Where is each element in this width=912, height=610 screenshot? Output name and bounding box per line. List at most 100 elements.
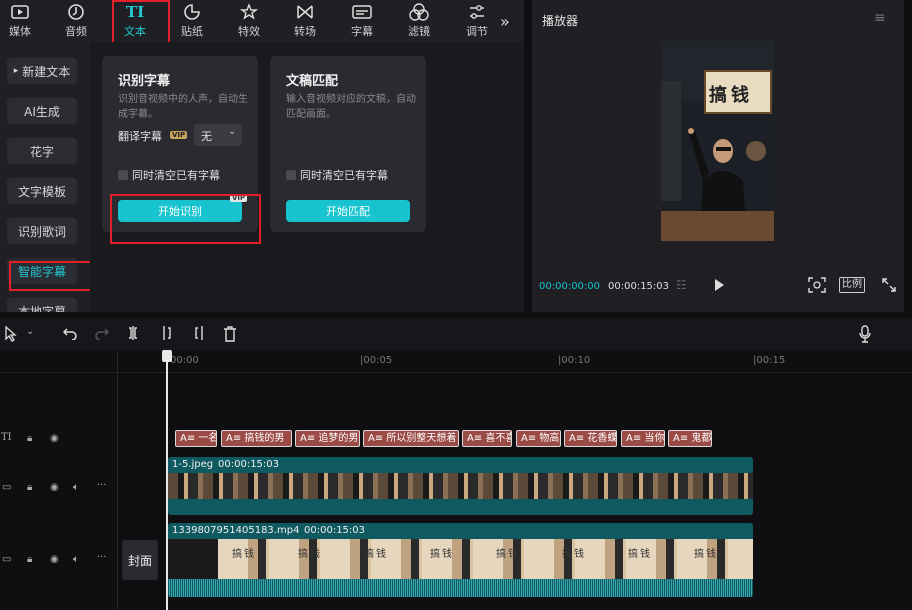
tool-audio[interactable]: 音频 (58, 0, 94, 42)
microphone-icon[interactable] (858, 325, 872, 343)
media-icon (11, 3, 29, 21)
ratio-button[interactable]: 比例 (839, 277, 865, 293)
translate-select[interactable]: 无 ⌄ (194, 124, 242, 146)
select-cursor-icon[interactable] (4, 326, 18, 342)
chevron-down-icon[interactable]: ⌄ (26, 326, 34, 337)
more-icon[interactable]: ··· (97, 480, 107, 491)
speaker-icon[interactable]: 🔈︎ (73, 554, 79, 565)
caption-clip[interactable]: A≡ 追梦的男 (295, 430, 360, 447)
player-panel: 播放器 ≡ 搞钱 00:00:00:00 00:00:15:03 ☷ 比例 (532, 0, 904, 312)
caption-icon: A≡ (569, 433, 585, 444)
frame-sign: 搞钱 (628, 549, 652, 560)
tool-subtitle[interactable]: 字幕 (344, 0, 380, 42)
sidebar-item-label: 花字 (29, 144, 54, 159)
effects-icon (240, 3, 258, 21)
sidebar-item-label: 识别歌词 (17, 224, 66, 239)
eye-icon[interactable]: ◉ (50, 482, 59, 493)
caption-text: 追梦的男 (318, 433, 359, 444)
tool-media[interactable]: 媒体 (2, 0, 38, 42)
split-icon[interactable] (126, 326, 140, 340)
sticker-icon (183, 3, 201, 21)
cover-button[interactable]: 封面 (122, 540, 158, 580)
clear-subtitles-checkbox[interactable] (286, 170, 296, 180)
video-clip-2[interactable]: 13398079514051​83.mp4 00:00:15:03 搞钱 搞钱 … (168, 523, 753, 597)
clip-name: 13398079514051​83.mp4 (172, 525, 300, 536)
sidebar-item-lyrics[interactable]: 识别歌词 (7, 218, 77, 244)
clip-duration: 00:00:15:03 (304, 525, 366, 536)
play-icon[interactable] (713, 278, 725, 292)
lock-icon[interactable]: 🔒︎ (27, 433, 32, 444)
frame-sign: 搞钱 (430, 549, 454, 560)
fullscreen-icon[interactable] (882, 278, 896, 292)
sidebar-item-label: 本地字幕 (17, 304, 66, 313)
tool-adjust[interactable]: 调节 (459, 0, 495, 42)
caption-clip[interactable]: A≡ 所以别整天想着 (363, 430, 459, 447)
lock-icon[interactable]: 🔒︎ (27, 554, 32, 565)
trim-left-icon[interactable] (160, 326, 174, 340)
player-title: 播放器 (542, 14, 579, 28)
caption-text: 一名 (198, 433, 217, 444)
ruler-label: 00:00 (170, 355, 199, 366)
speaker-icon[interactable]: 🔈︎ (73, 482, 79, 493)
caption-icon: A≡ (673, 433, 689, 444)
caption-icon: A≡ (626, 433, 642, 444)
caption-clip[interactable]: A≡ 搞钱的男 (221, 430, 292, 447)
caption-clip[interactable]: A≡ 喜不喜 (462, 430, 512, 447)
caption-clip[interactable]: A≡ 一名 (175, 430, 217, 447)
caption-icon: A≡ (368, 433, 384, 444)
checkbox-label: 同时清空已有字幕 (300, 169, 388, 182)
caption-clip[interactable]: A≡ 物高 (516, 430, 561, 447)
video-clip-1[interactable]: 1-5.jpeg 00:00:15:03 (168, 457, 753, 515)
start-match-button[interactable]: 开始匹配 (286, 200, 410, 222)
caption-icon: A≡ (226, 433, 242, 444)
translate-select-value: 无 (201, 130, 212, 143)
tool-transition[interactable]: 转场 (287, 0, 323, 42)
undo-icon[interactable] (62, 326, 78, 340)
double-chevron-right-icon[interactable]: » (500, 12, 510, 31)
tool-filter[interactable]: 滤镜 (401, 0, 437, 42)
audio-waveform (168, 579, 753, 597)
clip-name: 1-5.jpeg (172, 459, 214, 470)
vip-badge: VIP (170, 131, 188, 139)
caption-clip[interactable]: A≡ 当你 (621, 430, 665, 447)
video-track-icon: ▭ (2, 554, 12, 565)
sidebar-item-ai-generate[interactable]: AI生成 (7, 98, 77, 124)
frame-sign: 搞钱 (562, 549, 586, 560)
caption-clip[interactable]: A≡ 花香蝶 (564, 430, 617, 447)
lock-icon[interactable]: 🔒︎ (27, 482, 32, 493)
more-icon[interactable]: ··· (97, 552, 107, 563)
tool-label: 调节 (466, 25, 488, 38)
tool-label: 字幕 (351, 25, 373, 38)
highlight-text-tab (112, 0, 170, 45)
tool-sticker[interactable]: 贴纸 (174, 0, 210, 42)
caption-text: 鬼都 (691, 433, 712, 444)
frame-sign: 搞钱 (232, 549, 256, 560)
grid-icon[interactable]: ☷ (676, 278, 687, 292)
sidebar-item-local-subtitle[interactable]: 本地字幕 (7, 298, 77, 312)
caption-icon: A≡ (467, 433, 483, 444)
checkbox-label: 同时清空已有字幕 (132, 169, 220, 182)
caption-clip[interactable]: A≡ 鬼都 (668, 430, 712, 447)
edit-toolbar: ⌄ (0, 318, 912, 350)
caption-icon: A≡ (180, 433, 196, 444)
frame-sign: 搞钱 (364, 549, 388, 560)
caption-text: 搞钱的男 (244, 433, 285, 444)
match-card: 文稿匹配 输入音视频对应的文稿，自动匹配画面。 同时清空已有字幕 开始匹配 (270, 56, 426, 232)
tool-effects[interactable]: 特效 (231, 0, 267, 42)
clear-subtitles-checkbox[interactable] (118, 170, 128, 180)
caption-text: 喜不喜 (485, 433, 511, 444)
sidebar-item-text-template[interactable]: 文字模板 (7, 178, 77, 204)
eye-icon[interactable]: ◉ (50, 433, 59, 444)
sidebar-item-fancy-text[interactable]: 花字 (7, 138, 77, 164)
translate-label: 翻译字幕 (118, 130, 162, 143)
redo-icon (94, 326, 110, 340)
card-title: 文稿匹配 (286, 74, 339, 89)
eye-icon[interactable]: ◉ (50, 554, 59, 565)
delete-icon[interactable] (223, 326, 237, 342)
fit-screen-icon[interactable] (808, 277, 826, 293)
sidebar-item-new-text[interactable]: ▸ 新建文本 (7, 58, 77, 84)
frame-sign: 搞钱 (694, 549, 718, 560)
playhead-handle[interactable] (162, 350, 172, 362)
menu-icon[interactable]: ≡ (874, 10, 886, 26)
trim-right-icon[interactable] (192, 326, 206, 340)
